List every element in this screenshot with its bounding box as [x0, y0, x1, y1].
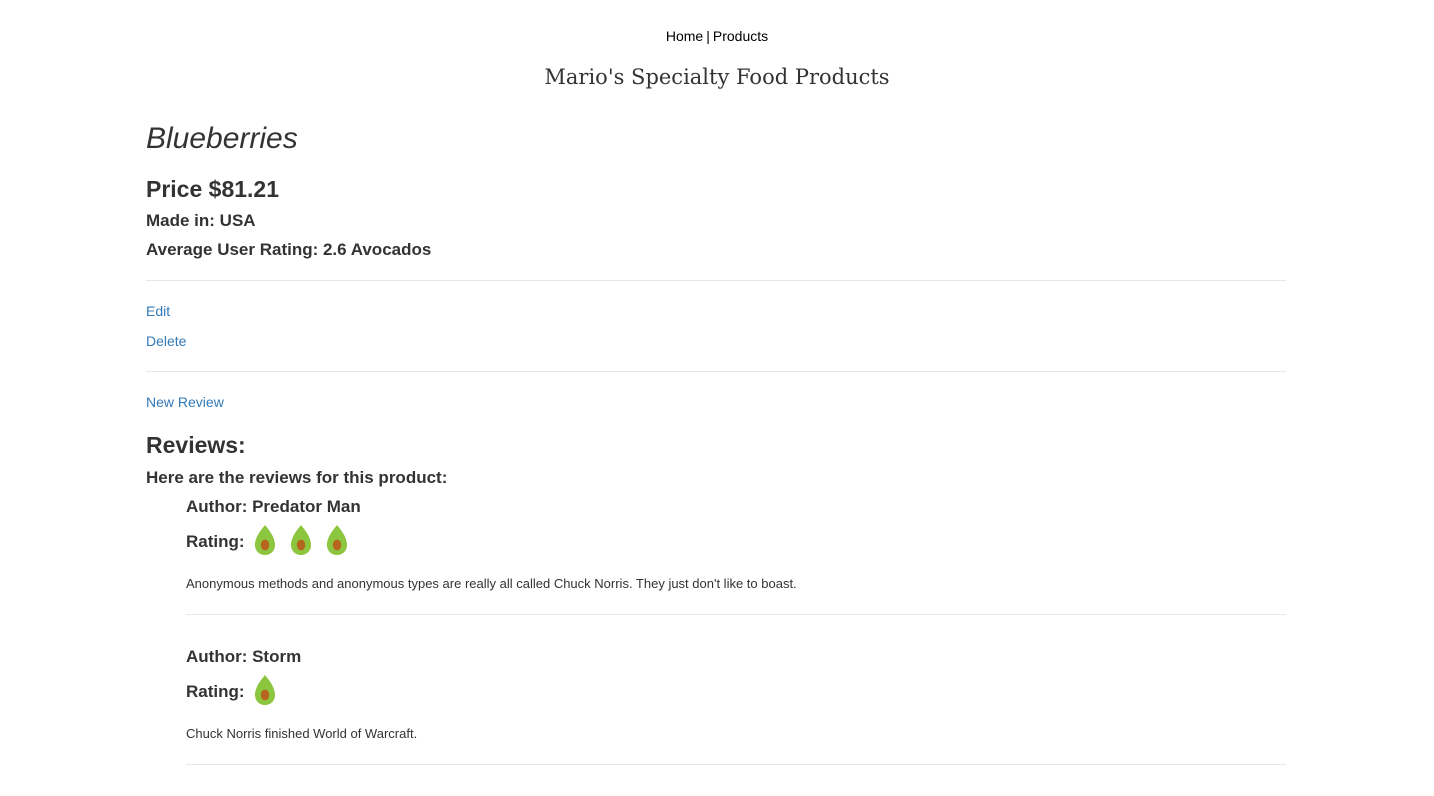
- reviews-intro: Here are the reviews for this product:: [146, 468, 448, 487]
- rating-label: Rating:: [186, 682, 245, 701]
- review-author: Author: Predator Man: [186, 497, 361, 516]
- top-nav: Home | Products: [0, 27, 1434, 45]
- avocado-icon: [253, 674, 277, 706]
- review-divider: [186, 614, 1286, 615]
- review-body: Chuck Norris finished World of Warcraft.: [186, 726, 418, 741]
- new-review-link[interactable]: New Review: [146, 392, 224, 412]
- divider: [146, 280, 1286, 281]
- delete-link[interactable]: Delete: [146, 331, 186, 351]
- avocado-icon: [253, 524, 277, 556]
- nav-products-link[interactable]: Products: [713, 28, 768, 44]
- review-rating: Rating:: [186, 524, 361, 560]
- rating-icons: [253, 524, 361, 561]
- divider: [146, 371, 1286, 372]
- avocado-icon: [289, 524, 313, 556]
- product-origin: Made in: USA: [146, 211, 256, 230]
- rating-label: Rating:: [186, 532, 245, 551]
- review-divider: [186, 764, 1286, 765]
- site-title: Mario's Specialty Food Products: [544, 65, 890, 89]
- product-price: Price $81.21: [146, 176, 280, 202]
- review-body: Anonymous methods and anonymous types ar…: [186, 576, 797, 591]
- reviews-heading: Reviews:: [146, 432, 246, 458]
- avocado-icon: [325, 524, 349, 556]
- review-rating: Rating:: [186, 674, 289, 710]
- rating-icons: [253, 674, 289, 711]
- review-author: Author: Storm: [186, 647, 302, 666]
- nav-separator: |: [706, 28, 710, 44]
- average-rating: Average User Rating: 2.6 Avocados: [146, 240, 432, 259]
- edit-link[interactable]: Edit: [146, 301, 170, 321]
- product-name: Blueberries: [146, 122, 298, 155]
- nav-home-link[interactable]: Home: [666, 28, 703, 44]
